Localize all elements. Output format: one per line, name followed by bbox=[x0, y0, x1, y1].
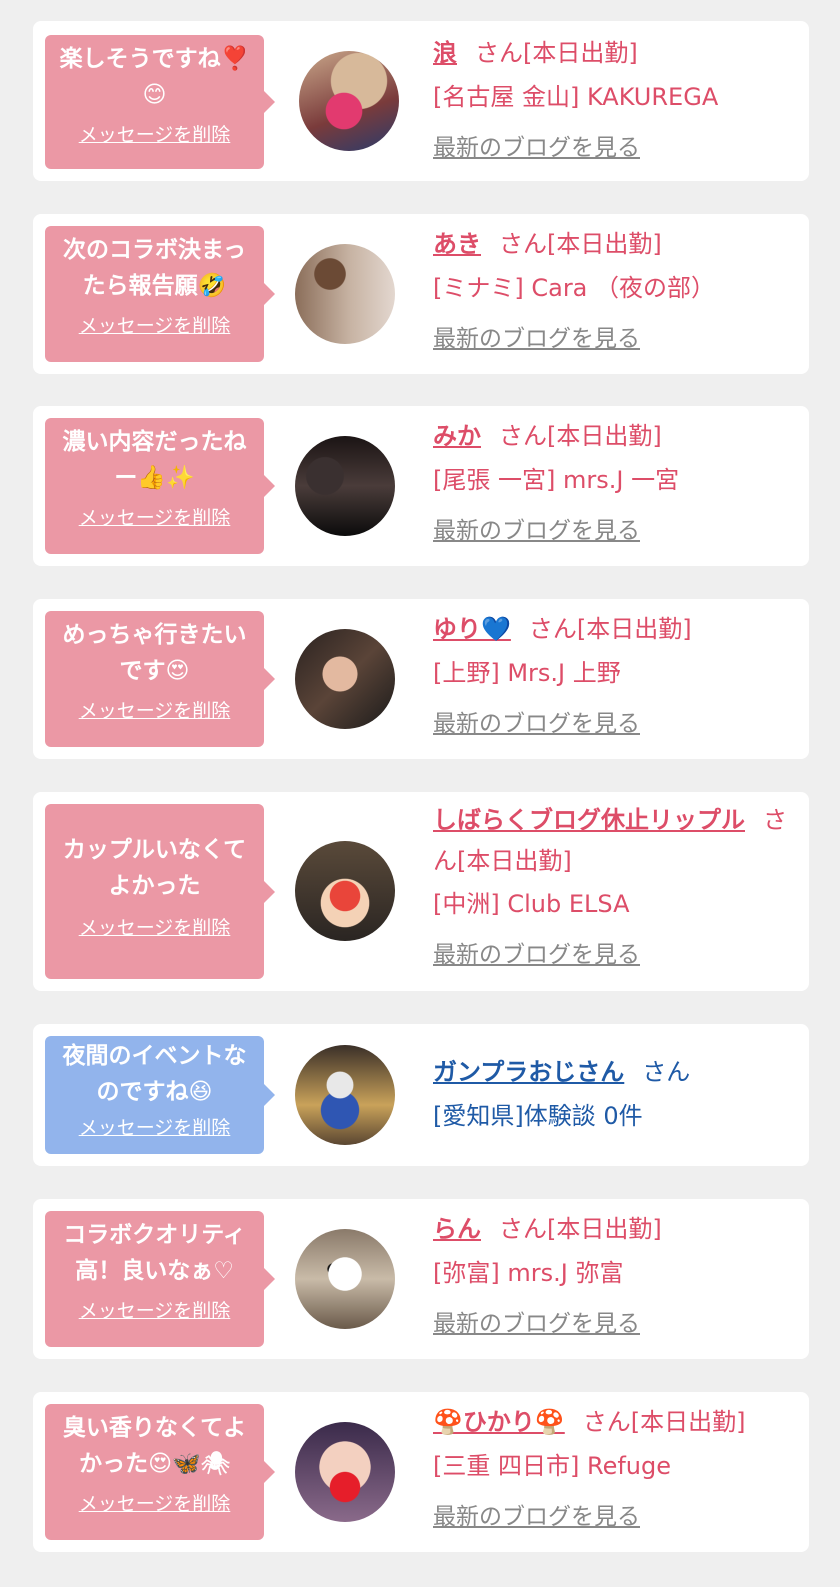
cast-name-link[interactable]: ゆり💙 bbox=[433, 615, 511, 643]
cast-info: しばらくブログ休止リップル さん[本日出勤] [中洲] Club ELSA 最新の… bbox=[433, 800, 793, 969]
message-bubble: めっちゃ行きたいです😍 メッセージを削除 bbox=[45, 611, 275, 747]
delete-message-link[interactable]: メッセージを削除 bbox=[53, 506, 256, 530]
latest-blog-link[interactable]: 最新のブログを見る bbox=[433, 128, 640, 162]
message-bubble: 臭い香りなくてよかった😍🦋🕷 メッセージを削除 bbox=[45, 1404, 275, 1540]
avatar[interactable] bbox=[295, 436, 395, 536]
cast-name-link[interactable]: しばらくブログ休止リップル bbox=[433, 806, 745, 834]
message-text: めっちゃ行きたいです😍 bbox=[62, 622, 247, 684]
shop-info: [名古屋 金山] KAKUREGA bbox=[433, 83, 719, 111]
delete-message-link[interactable]: メッセージを削除 bbox=[53, 1116, 256, 1140]
avatar[interactable] bbox=[295, 1422, 395, 1522]
cast-name-link[interactable]: あき bbox=[433, 230, 481, 258]
cast-info: ゆり💙 さん[本日出勤] [上野] Mrs.J 上野 最新のブログを見る bbox=[433, 607, 793, 738]
member-name-link[interactable]: ガンプラおじさん bbox=[433, 1058, 624, 1086]
shop-info: [ミナミ] Cara （夜の部） bbox=[433, 274, 716, 302]
avatar[interactable] bbox=[295, 841, 395, 941]
message-bubble: カップルいなくてよかった メッセージを削除 bbox=[45, 804, 275, 979]
delete-message-link[interactable]: メッセージを削除 bbox=[53, 699, 256, 723]
shop-info: [中洲] Club ELSA bbox=[433, 890, 630, 918]
message-bubble: コラボクオリティ高！良いなぁ♡ メッセージを削除 bbox=[45, 1211, 275, 1347]
cast-status: さん[本日出勤] bbox=[499, 230, 662, 258]
delete-message-link[interactable]: メッセージを削除 bbox=[53, 123, 256, 147]
shop-info: [三重 四日市] Refuge bbox=[433, 1452, 672, 1480]
shop-info: [上野] Mrs.J 上野 bbox=[433, 659, 621, 687]
cast-name-link[interactable]: 🍄ひかり🍄 bbox=[433, 1408, 565, 1436]
message-card: 濃い内容だったねー👍✨ メッセージを削除 みか さん[本日出勤] [尾張 一宮] … bbox=[33, 406, 809, 566]
latest-blog-link[interactable]: 最新のブログを見る bbox=[433, 704, 640, 738]
message-text: 次のコラボ決まったら報告願🤣 bbox=[62, 237, 247, 299]
message-text: 夜間のイベントなのですね😆 bbox=[62, 1043, 247, 1105]
cast-status: さん[本日出勤] bbox=[499, 1215, 662, 1243]
avatar[interactable] bbox=[299, 51, 399, 151]
shop-info: [弥富] mrs.J 弥富 bbox=[433, 1259, 624, 1287]
message-bubble: 夜間のイベントなのですね😆 メッセージを削除 bbox=[45, 1036, 275, 1154]
latest-blog-link[interactable]: 最新のブログを見る bbox=[433, 319, 640, 353]
delete-message-link[interactable]: メッセージを削除 bbox=[53, 916, 256, 940]
avatar[interactable] bbox=[295, 1229, 395, 1329]
delete-message-link[interactable]: メッセージを削除 bbox=[53, 314, 256, 338]
cast-name-link[interactable]: みか bbox=[433, 422, 481, 450]
message-text: 臭い香りなくてよかった😍🦋🕷 bbox=[62, 1415, 247, 1477]
cast-name-link[interactable]: 浪 bbox=[433, 39, 457, 67]
avatar[interactable] bbox=[295, 1045, 395, 1145]
message-card: めっちゃ行きたいです😍 メッセージを削除 ゆり💙 さん[本日出勤] [上野] Mr… bbox=[33, 599, 809, 759]
message-card: 夜間のイベントなのですね😆 メッセージを削除 ガンプラおじさん さん [愛知県]体… bbox=[33, 1024, 809, 1166]
cast-status: さん[本日出勤] bbox=[475, 39, 638, 67]
cast-info: 浪さん[本日出勤] [名古屋 金山] KAKUREGA 最新のブログを見る bbox=[433, 31, 793, 162]
cast-status: さん[本日出勤] bbox=[582, 1408, 746, 1436]
latest-blog-link[interactable]: 最新のブログを見る bbox=[433, 935, 640, 969]
cast-info: みか さん[本日出勤] [尾張 一宮] mrs.J 一宮 最新のブログを見る bbox=[433, 414, 793, 545]
message-text: カップルいなくてよかった bbox=[62, 837, 247, 899]
cast-status: さん[本日出勤] bbox=[528, 615, 692, 643]
avatar[interactable] bbox=[295, 629, 395, 729]
message-text: 楽しそうですね❣️😊 bbox=[59, 46, 250, 108]
review-info: [愛知県]体験談 0件 bbox=[433, 1102, 643, 1130]
latest-blog-link[interactable]: 最新のブログを見る bbox=[433, 1304, 640, 1338]
message-card: 楽しそうですね❣️😊 メッセージを削除 浪さん[本日出勤] [名古屋 金山] K… bbox=[33, 21, 809, 181]
delete-message-link[interactable]: メッセージを削除 bbox=[53, 1492, 256, 1516]
latest-blog-link[interactable]: 最新のブログを見る bbox=[433, 1497, 640, 1531]
message-card: コラボクオリティ高！良いなぁ♡ メッセージを削除 らん さん[本日出勤] [弥富]… bbox=[33, 1199, 809, 1359]
cast-status: さん[本日出勤] bbox=[499, 422, 662, 450]
delete-message-link[interactable]: メッセージを削除 bbox=[53, 1299, 256, 1323]
message-text: コラボクオリティ高！良いなぁ♡ bbox=[63, 1222, 246, 1284]
message-card: 次のコラボ決まったら報告願🤣 メッセージを削除 あき さん[本日出勤] [ミナミ]… bbox=[33, 214, 809, 374]
message-bubble: 楽しそうですね❣️😊 メッセージを削除 bbox=[45, 35, 275, 169]
cast-info: らん さん[本日出勤] [弥富] mrs.J 弥富 最新のブログを見る bbox=[433, 1207, 793, 1338]
message-text: 濃い内容だったねー👍✨ bbox=[62, 429, 247, 491]
latest-blog-link[interactable]: 最新のブログを見る bbox=[433, 511, 640, 545]
message-bubble: 次のコラボ決まったら報告願🤣 メッセージを削除 bbox=[45, 226, 275, 362]
cast-info: あき さん[本日出勤] [ミナミ] Cara （夜の部） 最新のブログを見る bbox=[433, 222, 793, 353]
cast-name-link[interactable]: らん bbox=[433, 1215, 481, 1243]
avatar[interactable] bbox=[295, 244, 395, 344]
cast-info: 🍄ひかり🍄 さん[本日出勤] [三重 四日市] Refuge 最新のブログを見る bbox=[433, 1400, 793, 1531]
message-bubble: 濃い内容だったねー👍✨ メッセージを削除 bbox=[45, 418, 275, 554]
cast-info: ガンプラおじさん さん [愛知県]体験談 0件 bbox=[433, 1050, 793, 1138]
message-card: 臭い香りなくてよかった😍🦋🕷 メッセージを削除 🍄ひかり🍄 さん[本日出勤] [三… bbox=[33, 1392, 809, 1552]
message-card: カップルいなくてよかった メッセージを削除 しばらくブログ休止リップル さん[本日… bbox=[33, 792, 809, 991]
shop-info: [尾張 一宮] mrs.J 一宮 bbox=[433, 466, 680, 494]
member-honorific: さん bbox=[642, 1058, 691, 1086]
